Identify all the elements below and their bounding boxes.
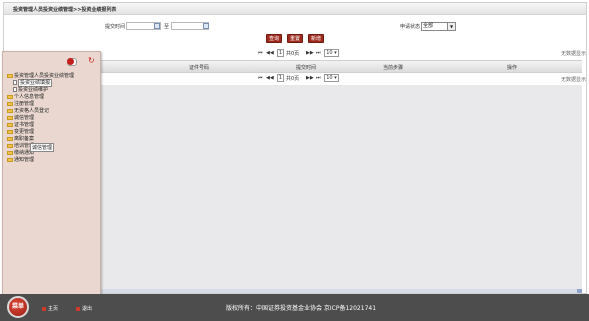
- nav-menu-panel: ↻ 投资管理人员投资业绩管理 投资业绩填报 投资业绩维护 个人信息管理 注册管理…: [2, 51, 101, 297]
- folder-icon: [7, 122, 13, 127]
- page-size-select[interactable]: 10 ▾: [324, 49, 339, 57]
- horizontal-scrollbar[interactable]: [100, 289, 582, 293]
- toggle-knob: [67, 58, 74, 65]
- add-button[interactable]: 新增: [308, 34, 324, 43]
- folder-icon: [7, 73, 13, 78]
- next-page-icon[interactable]: ▶▶: [306, 50, 314, 56]
- total-pages: 共0页: [286, 76, 300, 82]
- prev-page-icon[interactable]: ◀◀: [266, 75, 274, 81]
- footer-bar: 菜单 主页 退出 版权所有：中国证券投资基金业协会 京ICP备12021741: [0, 294, 589, 321]
- next-page-icon[interactable]: ▶▶: [306, 75, 314, 81]
- breadcrumb: 投资管理人员投资业绩管理>>投资业绩报列表: [13, 7, 117, 13]
- page-number-input[interactable]: 1: [277, 74, 284, 82]
- first-page-icon[interactable]: ⏮: [258, 75, 263, 81]
- menu-item-departure[interactable]: 离职备案: [7, 135, 74, 142]
- home-link[interactable]: 主页: [42, 305, 58, 312]
- page-size-select[interactable]: 10 ▾: [324, 74, 339, 82]
- status-label: 申请状态: [400, 24, 421, 30]
- filter-row: 提交时间 至 申请状态 全部 ▼: [4, 22, 586, 31]
- tooltip: 诚信管理: [30, 143, 55, 152]
- home-icon: [42, 306, 46, 311]
- chevron-down-icon: ▼: [447, 23, 455, 30]
- reset-button[interactable]: 重置: [287, 34, 303, 43]
- calendar-icon[interactable]: [154, 23, 160, 29]
- prev-page-icon[interactable]: ◀◀: [266, 50, 274, 56]
- folder-icon: [7, 108, 13, 113]
- table-header: 证件号码 提交时间 当前步骤 操作: [100, 60, 582, 73]
- logout-icon: [76, 306, 80, 311]
- pager-bottom: ⏮ ◀◀ 1 共0页 ▶▶ ⏭ 10 ▾: [258, 74, 348, 83]
- menu-item-integrity[interactable]: 诚信管理: [7, 114, 74, 121]
- menu-item-change[interactable]: 变更管理: [7, 128, 74, 135]
- toggle-switch[interactable]: [67, 58, 77, 66]
- page-size-value: 10: [326, 50, 333, 56]
- breadcrumb-bar: 投资管理人员投资业绩管理>>投资业绩报列表: [4, 3, 586, 15]
- folder-icon: [7, 143, 13, 148]
- folder-icon: [7, 136, 13, 141]
- no-results-top: 无数据显示: [561, 51, 587, 57]
- folder-icon: [7, 101, 13, 106]
- document-icon: [13, 80, 17, 85]
- column-header-submit-time[interactable]: 提交时间: [296, 64, 316, 71]
- status-select[interactable]: 全部 ▼: [421, 22, 456, 31]
- query-button[interactable]: 查询: [266, 34, 282, 43]
- menu-item-notice-manage[interactable]: 通知管理: [7, 156, 74, 163]
- page-size-value: 10: [326, 75, 333, 81]
- last-page-icon[interactable]: ⏭: [316, 75, 321, 81]
- page-number-input[interactable]: 1: [277, 49, 284, 57]
- status-select-value: 全部: [423, 23, 434, 29]
- total-pages: 共0页: [286, 51, 300, 57]
- to-label: 至: [164, 24, 170, 30]
- document-icon: [13, 87, 17, 92]
- folder-icon: [7, 157, 13, 162]
- refresh-icon[interactable]: ↻: [88, 56, 95, 65]
- column-header-actions: 操作: [507, 65, 518, 71]
- column-header-current-step: 当前步骤: [383, 65, 404, 71]
- no-results-bottom: 无数据显示: [561, 77, 587, 83]
- menu-item-performance-fill[interactable]: 投资业绩填报: [7, 79, 74, 87]
- logout-link[interactable]: 退出: [76, 305, 92, 312]
- folder-icon: [7, 115, 13, 120]
- menu-item-unqualified[interactable]: 无资格人员登记: [7, 107, 74, 114]
- column-header-id: 证件号码: [189, 65, 210, 71]
- submit-time-label: 提交时间: [105, 24, 126, 30]
- last-page-icon[interactable]: ⏭: [316, 50, 321, 56]
- menu-item-registration[interactable]: 注册管理: [7, 100, 74, 107]
- scrollbar-thumb[interactable]: [577, 289, 582, 293]
- grid-body: [100, 85, 582, 289]
- menu-item-investment-performance[interactable]: 投资管理人员投资业绩管理: [7, 72, 74, 79]
- folder-icon: [7, 129, 13, 134]
- menu-item-performance-maintain[interactable]: 投资业绩维护: [7, 86, 74, 93]
- folder-icon: [7, 94, 13, 99]
- folder-icon: [7, 150, 13, 155]
- first-page-icon[interactable]: ⏮: [258, 50, 263, 56]
- menu-item-certificate[interactable]: 证书管理: [7, 121, 74, 128]
- pager-top: ⏮ ◀◀ 1 共0页 ▶▶ ⏭ 10 ▾: [258, 49, 348, 58]
- calendar-icon[interactable]: [203, 23, 209, 29]
- copyright-text: 版权所有：中国证券投资基金业协会 京ICP备12021741: [226, 305, 377, 312]
- menu-button[interactable]: 菜单: [7, 296, 29, 318]
- menu-item-personal-info[interactable]: 个人信息管理: [7, 93, 74, 100]
